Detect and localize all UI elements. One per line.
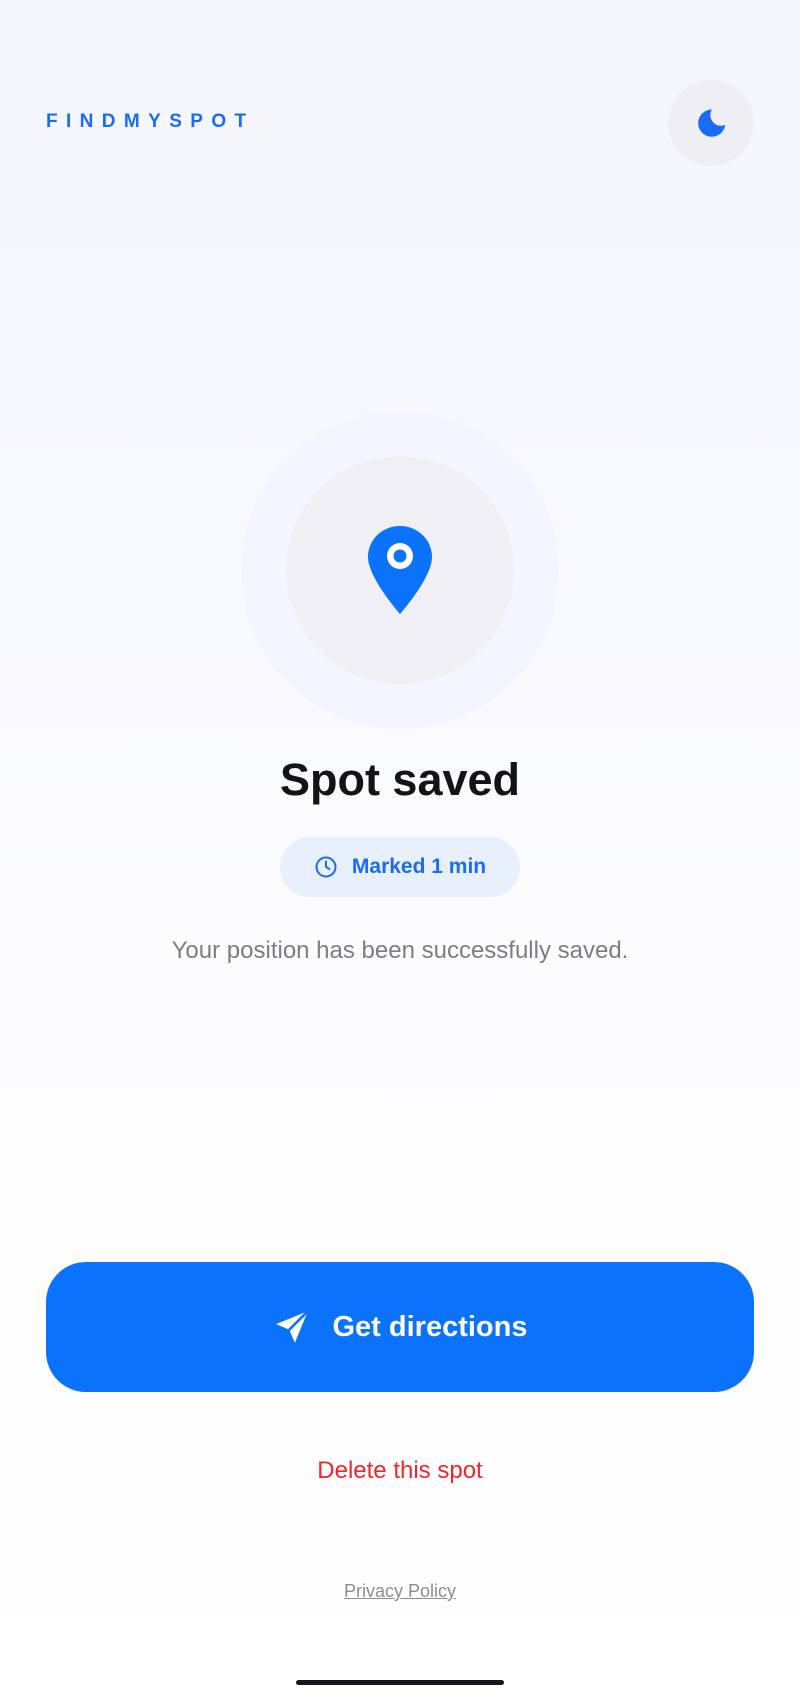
time-badge: Marked 1 min bbox=[280, 837, 520, 897]
map-pin-icon bbox=[368, 526, 432, 614]
home-indicator[interactable] bbox=[296, 1680, 504, 1685]
page-title: Spot saved bbox=[279, 754, 521, 805]
status-message: Your position has been successfully save… bbox=[171, 937, 629, 964]
moon-icon bbox=[698, 109, 726, 137]
brand-logo: FINDMYSPOT bbox=[46, 111, 255, 132]
clock-icon bbox=[315, 856, 337, 878]
privacy-policy-link[interactable]: Privacy Policy bbox=[0, 1580, 800, 1602]
get-directions-button[interactable]: Get directions bbox=[46, 1262, 754, 1392]
navigation-arrow-icon bbox=[275, 1309, 309, 1343]
theme-toggle-button[interactable] bbox=[668, 80, 754, 166]
badge-label: Marked 1 min bbox=[351, 855, 487, 878]
pin-circle bbox=[286, 456, 514, 684]
get-directions-label: Get directions bbox=[332, 1310, 528, 1343]
delete-spot-link[interactable]: Delete this spot bbox=[0, 1456, 800, 1486]
